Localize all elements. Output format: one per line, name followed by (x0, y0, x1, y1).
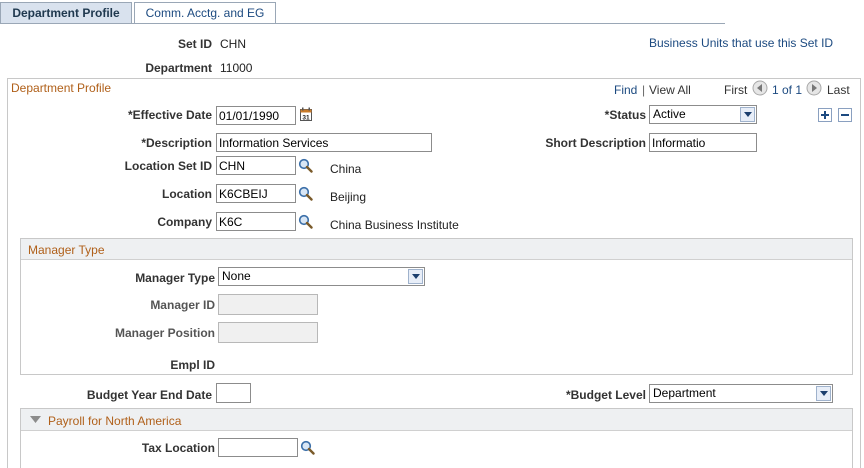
effective-date-label: *Effective Date (128, 108, 212, 122)
description-input[interactable] (216, 133, 432, 152)
chevron-down-icon (408, 269, 423, 284)
manager-id-input (218, 294, 318, 315)
manager-type-header (21, 239, 852, 260)
lookup-search-icon[interactable] (298, 158, 313, 176)
first-label: First (724, 83, 748, 97)
manager-id-label: Manager ID (150, 298, 215, 312)
tab-department-profile[interactable]: Department Profile (0, 2, 132, 23)
setid-label: Set ID (177, 37, 212, 51)
budget-level-select[interactable]: Department (649, 384, 833, 403)
status-selected-value: Active (653, 107, 686, 121)
svg-text:31: 31 (302, 115, 310, 122)
budget-year-end-label: Budget Year End Date (86, 388, 212, 402)
tab-underline (0, 23, 725, 24)
company-description: China Business Institute (330, 218, 459, 232)
manager-position-label: Manager Position (114, 326, 215, 340)
short-description-label: Short Description (545, 136, 646, 150)
budget-level-label-text: Budget Level (570, 388, 646, 402)
location-setid-label: Location Set ID (124, 159, 212, 173)
effective-date-label-text: Effective Date (132, 108, 212, 122)
calendar-icon[interactable]: 31 (300, 107, 313, 125)
effective-date-input[interactable] (216, 106, 296, 125)
location-setid-description: China (330, 162, 362, 176)
tab-comm-acctg-eg[interactable]: Comm. Acctg. and EG (134, 2, 276, 23)
location-label: Location (162, 187, 212, 201)
delete-row-icon[interactable] (838, 108, 852, 125)
status-label-text: Status (609, 108, 646, 122)
emplid-label: Empl ID (170, 358, 215, 372)
payroll-title[interactable]: Payroll for North America (48, 414, 181, 428)
company-label: Company (157, 215, 212, 229)
short-description-input[interactable] (649, 133, 757, 152)
manager-type-label: Manager Type (135, 271, 215, 285)
department-value: 11000 (220, 61, 253, 75)
budget-year-end-input[interactable] (216, 383, 251, 403)
location-setid-input[interactable] (216, 156, 296, 175)
manager-type-select[interactable]: None (218, 267, 425, 286)
company-input[interactable] (216, 212, 296, 231)
budget-level-selected-value: Department (653, 386, 716, 400)
tax-location-label: Tax Location (141, 441, 215, 455)
status-label: *Status (605, 108, 646, 122)
location-input[interactable] (216, 184, 296, 203)
nav-separator: | (642, 83, 646, 97)
collapse-triangle-icon[interactable] (30, 414, 42, 428)
budget-level-label: *Budget Level (566, 388, 646, 402)
manager-type-title: Manager Type (28, 243, 105, 257)
tax-location-input[interactable] (218, 438, 298, 457)
manager-type-selected-value: None (222, 269, 251, 283)
status-select[interactable]: Active (649, 105, 757, 124)
lookup-search-icon[interactable] (298, 214, 313, 232)
manager-position-input (218, 322, 318, 343)
description-label-text: Description (145, 136, 212, 150)
lookup-search-icon[interactable] (300, 440, 315, 458)
chevron-down-icon (816, 386, 831, 401)
add-row-icon[interactable] (818, 108, 832, 125)
page-count: 1 of 1 (772, 83, 803, 97)
next-row-icon[interactable] (806, 80, 822, 99)
location-description: Beijing (330, 190, 367, 204)
business-units-link[interactable]: Business Units that use this Set ID (649, 36, 833, 50)
find-link[interactable]: Find (614, 83, 637, 97)
lookup-search-icon[interactable] (298, 186, 313, 204)
setid-value: CHN (220, 37, 246, 51)
description-label: *Description (141, 136, 212, 150)
tab-bar: Department Profile Comm. Acctg. and EG (0, 0, 864, 24)
previous-row-icon[interactable] (752, 80, 768, 99)
view-all-link[interactable]: View All (649, 83, 691, 97)
department-label: Department (145, 61, 212, 75)
department-profile-title: Department Profile (11, 81, 112, 95)
last-label: Last (827, 83, 850, 97)
chevron-down-icon (740, 107, 755, 122)
